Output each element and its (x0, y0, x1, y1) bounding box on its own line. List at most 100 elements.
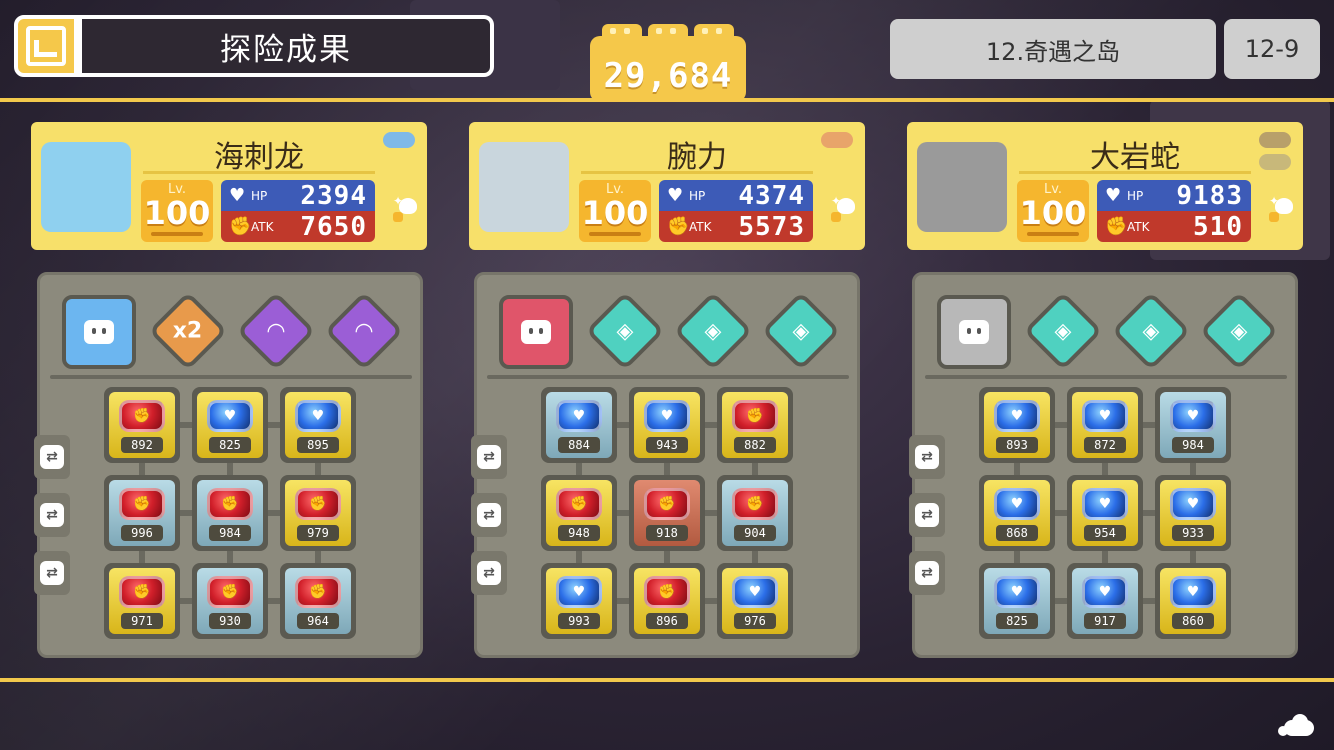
hp-gem-icon: ♥ (994, 488, 1040, 520)
power-stone[interactable]: ✊ 930 (192, 563, 268, 639)
stone-swap-slot[interactable]: ⇄ (471, 551, 507, 595)
power-stone[interactable]: ✊ 882 (717, 387, 793, 463)
hp-gem-icon: ♥ (644, 400, 690, 432)
hp-gem-icon: ♥ (556, 400, 602, 432)
power-stone[interactable]: ♥ 884 (541, 387, 617, 463)
power-stone[interactable]: ♥ 860 (1155, 563, 1231, 639)
robot-icon (84, 320, 114, 344)
stone-value: 984 (1172, 437, 1214, 453)
mascot-icon: ✦ (1269, 194, 1297, 224)
power-stone[interactable]: ✊ 896 (629, 563, 705, 639)
stone-swap-slot[interactable]: ⇄ (909, 493, 945, 537)
hp-label: HP (251, 188, 268, 203)
power-stone[interactable]: ✊ 979 (280, 475, 356, 551)
power-stone[interactable]: ♥ 976 (717, 563, 793, 639)
pokemon-name: 大岩蛇 (1019, 132, 1251, 175)
power-stone[interactable]: ♥ 872 (1067, 387, 1143, 463)
attack-gem-icon: ✊ (295, 488, 341, 520)
stone-swap-slot[interactable]: ⇄ (909, 551, 945, 595)
stone-value: 917 (1084, 613, 1126, 629)
swap-icon: ⇄ (915, 445, 939, 469)
main-skill-slot[interactable] (62, 295, 136, 369)
power-stone[interactable]: ♥ 917 (1067, 563, 1143, 639)
pokemon-card[interactable]: 海刺龙 Lv. 100 ♥ HP 2394 ✊ ATK 7650 ✦ (31, 122, 427, 250)
power-stone[interactable]: ✊ 984 (192, 475, 268, 551)
power-stone[interactable]: ♥ 825 (979, 563, 1055, 639)
level-bar (1027, 232, 1079, 236)
stone-swap-slot[interactable]: ⇄ (34, 493, 70, 537)
fist-icon: ✊ (667, 216, 690, 237)
power-stone[interactable]: ♥ 868 (979, 475, 1055, 551)
back-icon (26, 26, 66, 66)
power-stone[interactable]: ♥ 954 (1067, 475, 1143, 551)
stone-value: 971 (121, 613, 163, 629)
pokemon-portrait (41, 142, 131, 232)
hp-gem-icon: ♥ (556, 576, 602, 608)
main-skill-slot[interactable] (937, 295, 1011, 369)
power-stone[interactable]: ♥ 993 (541, 563, 617, 639)
skill-slot[interactable]: ◈ (1023, 291, 1103, 371)
stone-swap-slot[interactable]: ⇄ (471, 493, 507, 537)
hp-value: 9183 (1176, 180, 1243, 211)
wifi-icon: ◠ (267, 318, 285, 344)
hp-row: ♥ HP 2394 (221, 180, 375, 211)
stone-value: 993 (558, 613, 600, 629)
skill-slot[interactable]: ◠ (236, 291, 316, 371)
stone-swap-slot[interactable]: ⇄ (34, 435, 70, 479)
cloud-icon[interactable] (1278, 714, 1318, 740)
stat-box: ♥ HP 4374 ✊ ATK 5573 (659, 180, 813, 242)
power-stone[interactable]: ♥ 933 (1155, 475, 1231, 551)
swap-icon: ⇄ (915, 503, 939, 527)
stone-value: 996 (121, 525, 163, 541)
skill-slot[interactable]: x2 (148, 291, 228, 371)
hp-gem-icon: ♥ (1082, 488, 1128, 520)
skill-panel: x2 ◠ ◠ ⇄ ⇄ ⇄ ✊ 892 ♥ 825 ♥ 895 ✊ 996 ✊ 9… (34, 272, 423, 658)
stone-swap-slot[interactable]: ⇄ (909, 435, 945, 479)
panel-divider (925, 375, 1287, 379)
atk-label: ATK (1127, 219, 1150, 234)
stone-value: 918 (646, 525, 688, 541)
mascot-icon: ✦ (831, 194, 859, 224)
power-stone[interactable]: ✊ 904 (717, 475, 793, 551)
robot-diamond-icon: ◈ (1054, 318, 1072, 344)
skill-slot[interactable]: ◠ (324, 291, 404, 371)
power-stone[interactable]: ♥ 984 (1155, 387, 1231, 463)
stone-value: 976 (734, 613, 776, 629)
swap-icon: ⇄ (915, 561, 939, 585)
power-stone[interactable]: ✊ 948 (541, 475, 617, 551)
power-stone[interactable]: ♥ 893 (979, 387, 1055, 463)
back-button[interactable] (14, 15, 78, 77)
fist-icon: ✊ (1105, 216, 1128, 237)
power-stone[interactable]: ♥ 825 (192, 387, 268, 463)
skill-slot[interactable]: ◈ (1199, 291, 1279, 371)
stone-swap-slot[interactable]: ⇄ (471, 435, 507, 479)
hp-value: 4374 (738, 180, 805, 211)
power-stone[interactable]: ✊ 892 (104, 387, 180, 463)
power-stone[interactable]: ✊ 964 (280, 563, 356, 639)
level-value: 100 (581, 194, 649, 232)
skill-slot[interactable]: ◈ (585, 291, 665, 371)
hp-gem-icon: ♥ (295, 400, 341, 432)
pokemon-card[interactable]: 大岩蛇 Lv. 100 ♥ HP 9183 ✊ ATK 510 ✦ (907, 122, 1303, 250)
stone-value: 943 (646, 437, 688, 453)
skill-slot[interactable]: ◈ (673, 291, 753, 371)
hp-label: HP (689, 188, 706, 203)
stone-swap-slot[interactable]: ⇄ (34, 551, 70, 595)
power-stone[interactable]: ♥ 895 (280, 387, 356, 463)
power-stone[interactable]: ♥ 943 (629, 387, 705, 463)
type-badge (383, 132, 415, 148)
power-stone[interactable]: ✊ 918 (629, 475, 705, 551)
pokemon-portrait (479, 142, 569, 232)
pokemon-card[interactable]: 腕力 Lv. 100 ♥ HP 4374 ✊ ATK 5573 ✦ (469, 122, 865, 250)
stone-value: 825 (996, 613, 1038, 629)
power-stone[interactable]: ✊ 971 (104, 563, 180, 639)
title-box: 探险成果 (78, 15, 494, 77)
attack-gem-icon: ✊ (644, 576, 690, 608)
main-skill-slot[interactable] (499, 295, 573, 369)
stat-box: ♥ HP 9183 ✊ ATK 510 (1097, 180, 1251, 242)
skill-slot[interactable]: ◈ (1111, 291, 1191, 371)
pokemon-name: 海刺龙 (143, 132, 375, 175)
power-stone[interactable]: ✊ 996 (104, 475, 180, 551)
stone-value: 930 (209, 613, 251, 629)
skill-slot[interactable]: ◈ (761, 291, 841, 371)
